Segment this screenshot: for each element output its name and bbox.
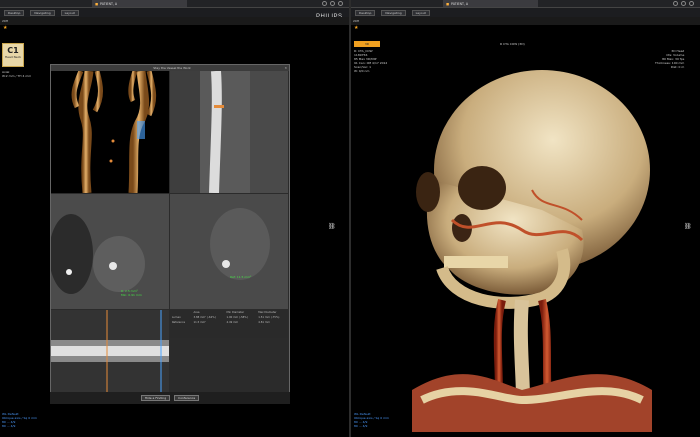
desktop-button[interactable]: Desktop — [4, 9, 25, 16]
patient-flag-icon: ■ — [446, 1, 450, 6]
minimize-icon[interactable] — [322, 1, 327, 6]
straightened-vessel-view[interactable] — [51, 310, 169, 392]
axial-ct-view-1[interactable]: R: 2.5 mm² Min: 0.91 mm — [51, 194, 169, 309]
toolbar-left: Desktop Navigating Layout — [0, 8, 349, 17]
svg-text:Ref: 11.5 mm²: Ref: 11.5 mm² — [230, 275, 252, 279]
conference-dropdown[interactable]: Conference — [174, 395, 200, 401]
navigating-button[interactable]: Navigating — [381, 9, 406, 16]
table-cell: 11.5 mm² — [193, 321, 207, 324]
stenosis-measurement-table: Area Min Diameter Max Diameter Lumen 3.8… — [170, 310, 288, 338]
viewport-info-left: Axial W:2 mm / TH 4 mm — [2, 70, 31, 78]
badge-code: C1 — [7, 46, 19, 55]
toolbar-right: Desktop Navigating Layout — [351, 8, 700, 17]
window-controls-right — [673, 1, 694, 6]
info-line: W:2 mm / TH 4 mm — [2, 74, 32, 78]
axial-ct-image: R: 2.5 mm² Min: 0.91 mm — [51, 194, 169, 309]
viewport-header-right: 20H — [351, 17, 700, 25]
table-cell: 4.49 mm — [226, 321, 239, 324]
straightened-vessel-image — [51, 310, 169, 392]
window-controls-left — [322, 1, 343, 6]
dialog-footer: Hide a Finding Conference — [50, 392, 290, 404]
favorite-star-icon[interactable]: ★ — [354, 25, 358, 31]
patient-flag-icon: ■ — [95, 1, 99, 6]
patient-tab-label: PATIENT, A — [100, 1, 118, 6]
patient-tab-right[interactable]: ■ PATIENT, A — [443, 0, 538, 7]
info-line: W: 0/0 nm — [354, 69, 370, 73]
3d-volume-render[interactable] — [392, 60, 664, 432]
viewport-footer-left: WL Default Oblique axis / Sq 0 mm 80 ...… — [2, 412, 37, 428]
table-row[interactable]: Reference 11.5 mm² 4.49 mm 4.81 mm — [170, 320, 288, 325]
vessel-rendering — [71, 71, 157, 193]
close-icon[interactable] — [689, 1, 694, 6]
desktop-button[interactable]: Desktop — [355, 9, 376, 16]
layout-button[interactable]: Layout — [60, 9, 79, 16]
patient-tab-left[interactable]: ■ PATIENT, A — [92, 0, 187, 7]
curved-vessel-image — [170, 71, 288, 193]
skull-rendering — [412, 70, 652, 432]
patient-tab-label: PATIENT, A — [451, 1, 469, 6]
badge-label: Head Neck — [4, 55, 22, 59]
axial-ct-view-2[interactable]: Ref: 11.5 mm² — [170, 194, 288, 309]
viewport-header-left: 20H — [0, 17, 349, 25]
viewport-divider[interactable] — [349, 0, 351, 437]
top-bar-right: ■ PATIENT, A — [351, 0, 700, 8]
navigating-button[interactable]: Navigating — [30, 9, 55, 16]
minimize-icon[interactable] — [673, 1, 678, 6]
table-cell: 4.81 mm — [258, 321, 270, 324]
close-icon[interactable]: ✕ — [284, 66, 287, 70]
link-icon[interactable]: ⛓ — [684, 223, 692, 230]
viewport-info-right: R: CTA_COW 1189756 85 Max 3D/MIP 91 Can:… — [354, 49, 387, 73]
series-title: R CTA COW (3D) — [500, 42, 525, 46]
svg-text:Min: 0.91 mm: Min: 0.91 mm — [121, 293, 142, 297]
viewport-footer-right: WL Default Oblique axis / Sq 0 mm 80 ...… — [354, 412, 389, 428]
link-icon[interactable]: ⛓ — [328, 223, 336, 230]
axial-ct-image: Ref: 11.5 mm² — [170, 194, 288, 309]
table-cell: Reference — [172, 321, 186, 324]
close-icon[interactable] — [338, 1, 343, 6]
favorite-star-icon[interactable]: ★ — [3, 25, 7, 31]
curved-mpr-view[interactable] — [170, 71, 288, 193]
top-bar-left: ■ PATIENT, A — [0, 0, 349, 8]
hide-finding-button[interactable]: Hide a Finding — [140, 395, 171, 401]
layout-button[interactable]: Layout — [411, 9, 430, 16]
vessel-3d-view[interactable] — [51, 71, 169, 193]
maximize-icon[interactable] — [681, 1, 686, 6]
maximize-icon[interactable] — [330, 1, 335, 6]
view-mode-tag[interactable]: 3D — [354, 41, 380, 47]
protocol-badge[interactable]: C1 Head Neck — [2, 43, 24, 67]
footer-line: 80 ... 4/9 — [354, 424, 368, 428]
footer-line: 80 ... 4/9 — [2, 424, 16, 428]
